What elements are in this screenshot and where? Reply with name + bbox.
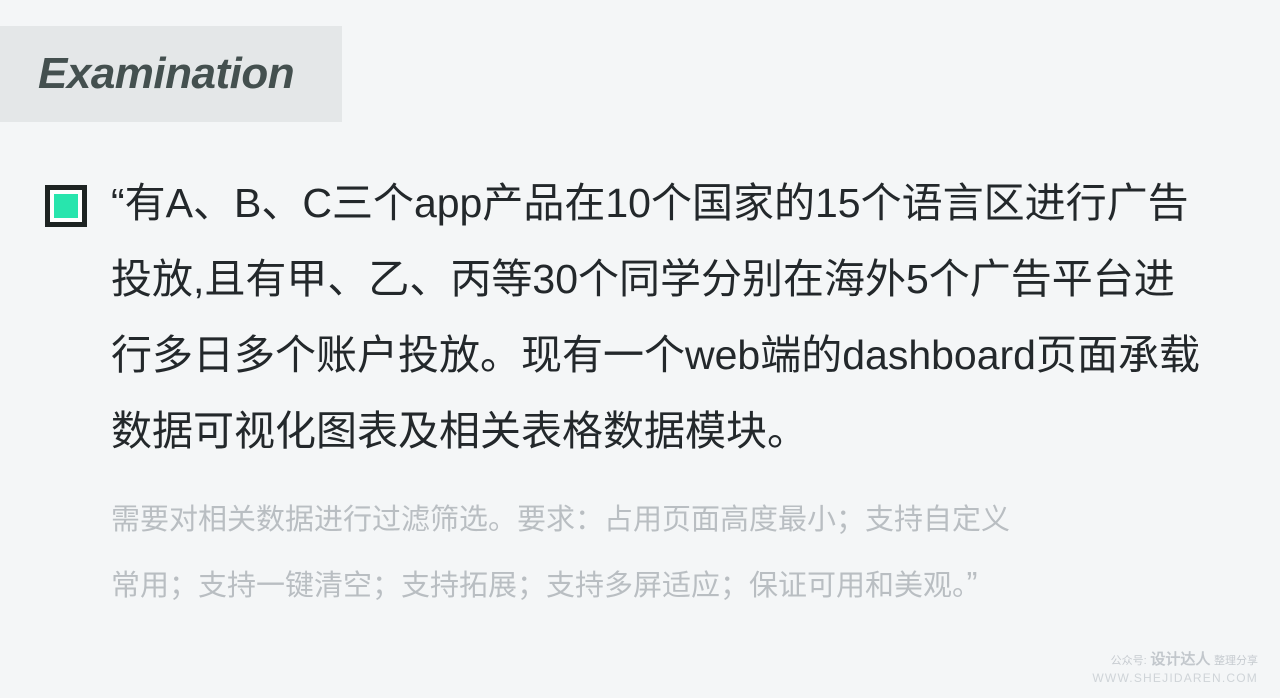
quote-main-paragraph: “有A、B、C三个app产品在10个国家的15个语言区进行广告 投放,且有甲、乙… bbox=[111, 165, 1240, 469]
watermark-suffix: 整理分享 bbox=[1214, 655, 1258, 667]
watermark-prefix: 公众号: bbox=[1110, 655, 1147, 667]
quote-main-line: 数据可视化图表及相关表格数据模块。 bbox=[111, 408, 808, 454]
quote-main-line: 行多日多个账户投放。现有一个web端的dashboard页面承载 bbox=[111, 332, 1200, 378]
watermark-brand-line: 公众号: 设计达人 整理分享 bbox=[1092, 651, 1258, 670]
quote-main-line: 投放,且有甲、乙、丙等30个同学分别在海外5个广告平台进 bbox=[111, 256, 1175, 302]
quote-sub-line: 常用；支持一键清空；支持拓展；支持多屏适应；保证可用和美观。” bbox=[111, 552, 1240, 618]
quote-sub-paragraph: 需要对相关数据进行过滤筛选。要求：占用页面高度最小；支持自定义 常用；支持一键清… bbox=[111, 489, 1240, 618]
watermark-brand: 设计达人 bbox=[1150, 651, 1211, 668]
square-bullet-icon bbox=[45, 185, 87, 227]
quote-sub-line: 需要对相关数据进行过滤筛选。要求：占用页面高度最小；支持自定义 bbox=[111, 504, 1011, 536]
quote-text-block: “有A、B、C三个app产品在10个国家的15个语言区进行广告 投放,且有甲、乙… bbox=[111, 165, 1240, 618]
page-title: Examination bbox=[38, 49, 295, 98]
watermark-url: WWW.SHEJIDAREN.COM bbox=[1092, 671, 1258, 685]
header-band: Examination bbox=[0, 26, 342, 122]
examination-content: “有A、B、C三个app产品在10个国家的15个语言区进行广告 投放,且有甲、乙… bbox=[0, 165, 1280, 618]
watermark: 公众号: 设计达人 整理分享 WWW.SHEJIDAREN.COM bbox=[1092, 651, 1258, 686]
quote-sub-line-text: 常用；支持一键清空；支持拓展；支持多屏适应；保证可用和美观。 bbox=[111, 570, 967, 602]
closing-quote-mark: ” bbox=[966, 565, 979, 602]
quote-row: “有A、B、C三个app产品在10个国家的15个语言区进行广告 投放,且有甲、乙… bbox=[0, 165, 1280, 618]
square-bullet-fill bbox=[54, 194, 78, 218]
quote-main-line: “有A、B、C三个app产品在10个国家的15个语言区进行广告 bbox=[111, 180, 1189, 226]
